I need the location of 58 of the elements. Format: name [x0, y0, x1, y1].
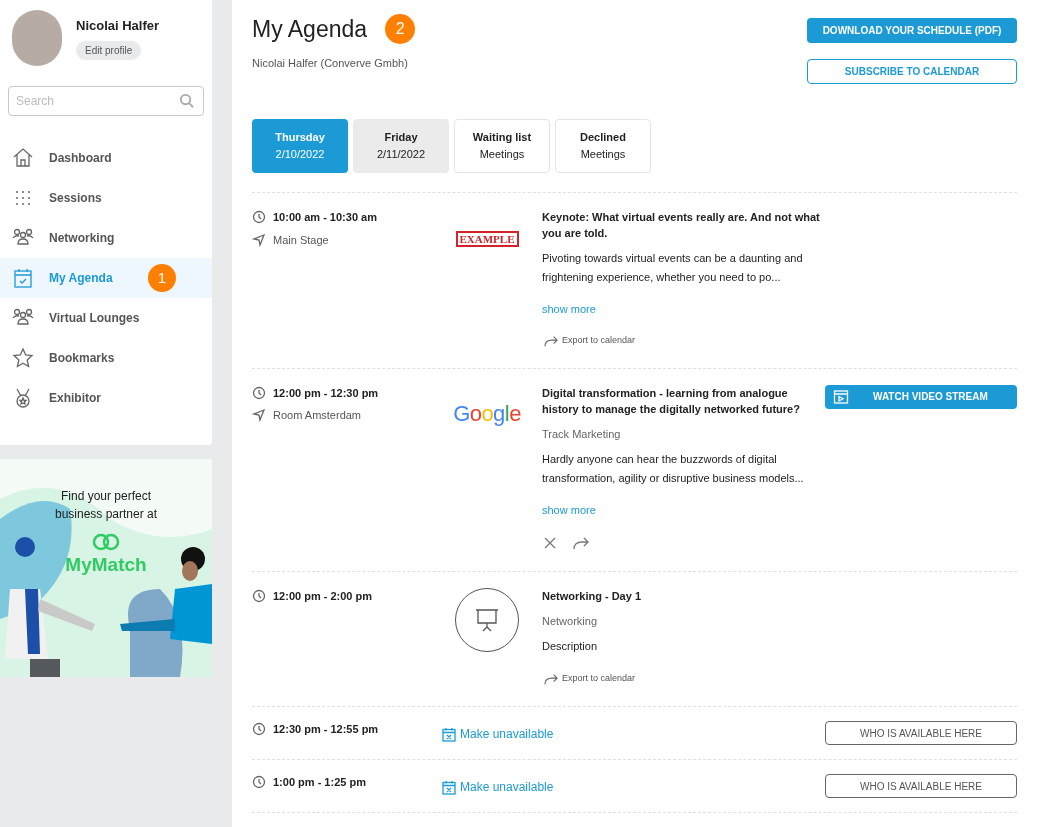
session-location: Main Stage — [273, 232, 329, 248]
clock-icon — [252, 775, 266, 790]
company-logo: Google — [453, 399, 521, 428]
search-icon — [179, 93, 194, 108]
rings-logo-icon — [92, 533, 120, 551]
location-arrow-icon — [252, 408, 266, 423]
page-subtitle: Nicolai Halfer (Converve Gmbh) — [252, 55, 409, 71]
star-icon — [12, 347, 34, 369]
nav-item[interactable]: Virtual Lounges — [0, 298, 212, 338]
clock-icon — [252, 210, 266, 225]
session-title: Networking - Day 1 — [542, 588, 643, 604]
export-to-calendar-button[interactable]: Export to calendar — [542, 672, 636, 686]
nav-item[interactable]: Exhibitor — [0, 378, 212, 418]
edit-profile-button[interactable]: Edit profile — [76, 40, 142, 60]
profile-name: Nicolai Halfer — [76, 17, 160, 35]
nav-item[interactable]: Networking — [0, 218, 212, 258]
location-arrow-icon — [252, 232, 266, 247]
export-to-calendar-button[interactable]: Export to calendar — [542, 333, 636, 348]
search-field[interactable]: Search — [8, 86, 204, 116]
tab[interactable]: Friday 2/11/2022 — [353, 119, 449, 173]
nav-item[interactable]: Sessions — [0, 178, 212, 218]
calendar-x-icon — [442, 726, 456, 742]
session-time: 12:00 pm - 2:00 pm — [273, 588, 373, 604]
session-description: Hardly anyone can hear the buzzwords of digital transformation, agility or disruptive business models... — [542, 452, 805, 486]
clock-icon — [252, 722, 266, 737]
session-location: Room Amsterdam — [273, 408, 362, 423]
session-title: Keynote: What virtual events really are. And not what you are told. — [542, 210, 821, 241]
calendar-check-icon — [12, 267, 34, 289]
example-stamp: EXAMPLE — [455, 231, 519, 247]
banner-text: Find your perfect business partner at — [53, 488, 159, 523]
step-badge: 1 — [148, 264, 176, 292]
session-track: Track Marketing — [542, 426, 622, 442]
clock-icon — [252, 588, 266, 603]
home-icon — [12, 147, 34, 169]
clock-icon — [252, 385, 266, 400]
who-is-available-button[interactable]: WHO IS AVAILABLE HERE — [825, 721, 1017, 745]
nav-item[interactable]: Dashboard — [0, 138, 212, 178]
avatar — [12, 10, 62, 66]
share-arrow-icon — [542, 672, 560, 686]
banner-illustration[interactable]: Find your perfect business partner at MyMatch — [0, 459, 212, 677]
video-play-icon — [833, 388, 849, 405]
who-is-available-button[interactable]: WHO IS AVAILABLE HERE — [825, 774, 1017, 798]
session-track: Networking — [542, 613, 599, 629]
tab[interactable]: Declined Meetings — [555, 119, 651, 173]
session-description: Pivoting towards virtual events can be a daunting and frightening experience, whether you need to po... — [542, 251, 804, 285]
brand-name: MyMatch — [65, 553, 147, 577]
session-time: 12:00 pm - 12:30 pm — [273, 385, 379, 401]
page-title: My Agenda — [252, 15, 368, 44]
step-badge: 2 — [385, 14, 416, 45]
session-title: Digital transformation - learning from analogue history to manage the digitally networked future? — [542, 385, 801, 417]
session-time: 10:00 am - 10:30 am — [273, 210, 377, 225]
tab[interactable]: Waiting list Meetings — [454, 119, 550, 173]
session-time: 1:00 pm - 1:25 pm — [273, 775, 366, 790]
nav-item[interactable]: Bookmarks — [0, 338, 212, 378]
session-description: Description — [542, 639, 599, 654]
session-time: 12:30 pm - 12:55 pm — [273, 722, 379, 737]
presentation-board-icon — [474, 606, 500, 633]
calendar-x-icon — [442, 779, 456, 795]
